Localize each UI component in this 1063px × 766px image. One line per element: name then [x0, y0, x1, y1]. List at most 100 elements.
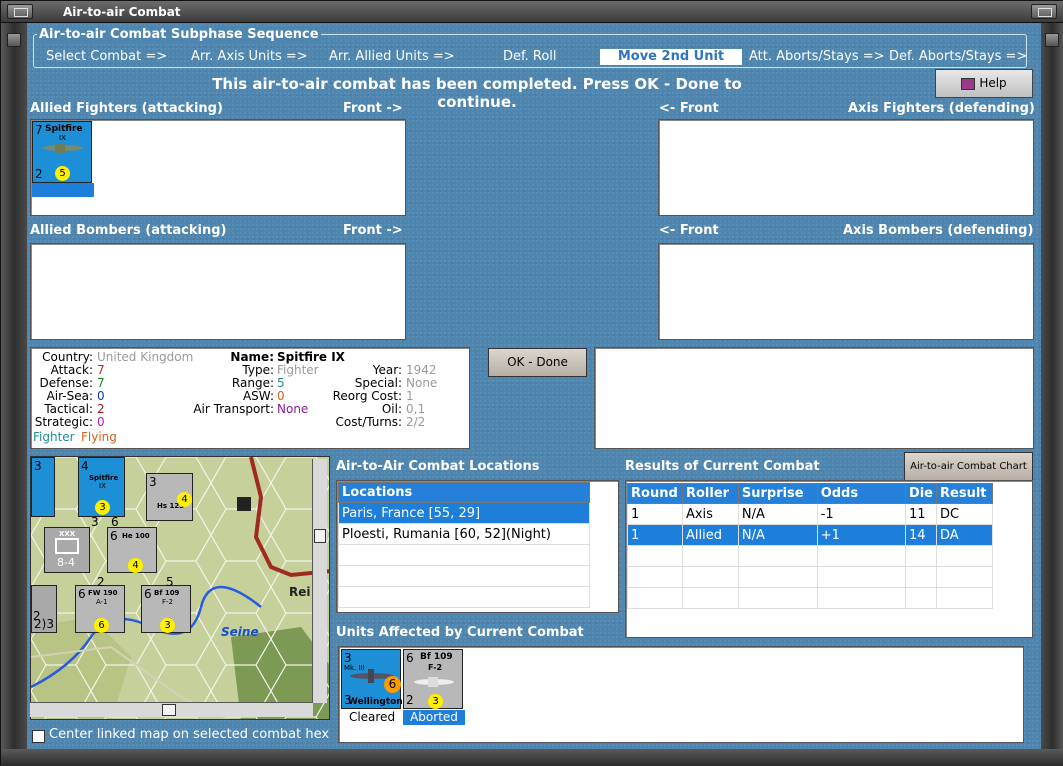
locations-header[interactable]: Locations: [338, 482, 590, 503]
maximize-button[interactable]: [1031, 4, 1057, 19]
map-vertical-scrollbar[interactable]: [312, 459, 327, 703]
col-die[interactable]: Die: [904, 483, 938, 504]
counter-range: 5: [55, 166, 70, 181]
map-bf109-counter[interactable]: 6 Bf 109 F-2 3: [141, 585, 191, 633]
bf109-status: Aborted: [403, 710, 465, 725]
col-round[interactable]: Round: [627, 483, 683, 504]
right-frame: [1041, 23, 1063, 766]
result-cell: Axis: [681, 503, 739, 525]
asw-label: ASW:: [242, 389, 274, 403]
wellington-counter[interactable]: 3 Mk. III 6 3 Wellington: [341, 649, 403, 709]
location-cell[interactable]: Paris, France [55, 29]: [338, 502, 590, 524]
defender-info-panel: [594, 347, 1034, 449]
col-odds[interactable]: Odds: [816, 483, 906, 504]
result-row[interactable]: 1 Allied N/A +1 14 DA: [627, 524, 993, 546]
map-bf109-sub: F-2: [162, 598, 174, 606]
result-cell: 11: [904, 503, 938, 525]
bf109-name: Bf 109: [420, 652, 453, 662]
help-label: Help: [979, 76, 1007, 90]
allied-fighters-box[interactable]: 7 Spitfire IX 2 5: [30, 119, 406, 216]
title-bar: Air-to-air Combat: [1, 1, 1063, 23]
strategic-value: 0: [97, 415, 105, 429]
airsea-value: 0: [97, 389, 105, 403]
combat-chart-button[interactable]: Air-to-air Combat Chart: [904, 452, 1033, 481]
col-result[interactable]: Result: [936, 483, 993, 504]
mini-map[interactable]: 3 4 Spitfire IX 3 3 Hs 123 4 6 He 100 4 …: [30, 456, 330, 720]
year-value: 1942: [406, 363, 437, 377]
locations-list[interactable]: Locations Paris, France [55, 29] Ploesti…: [336, 480, 619, 613]
map-spitfire-counter[interactable]: 4 Spitfire IX 3: [78, 457, 125, 517]
location-row[interactable]: Paris, France [55, 29]: [338, 502, 590, 524]
map-fw190-counter[interactable]: 6 FW 190 A-1 6: [75, 585, 125, 633]
front-right-label: Front ->: [343, 101, 403, 116]
front-left-label: <- Front: [659, 101, 719, 116]
center-map-checkbox[interactable]: [32, 730, 45, 743]
help-button[interactable]: Help: [935, 69, 1033, 98]
col-surprise[interactable]: Surprise: [737, 483, 818, 504]
vscroll-thumb[interactable]: [314, 529, 326, 543]
range-label: Range:: [231, 376, 274, 390]
result-cell: 14: [904, 524, 938, 546]
location-row[interactable]: Ploesti, Rumania [60, 52](Night): [338, 523, 590, 545]
axis-fighters-label: Axis Fighters (defending): [848, 101, 1035, 116]
tactical-value: 2: [97, 402, 105, 416]
map-spitfire-name: Spitfire: [89, 474, 119, 482]
ok-done-button[interactable]: OK - Done: [488, 348, 587, 377]
result-cell: N/A: [737, 524, 818, 546]
map-counter-partial[interactable]: 3: [31, 457, 55, 517]
country-value: United Kingdom: [97, 350, 194, 364]
bf109-top: 6: [406, 651, 414, 665]
result-cell: 1: [627, 524, 683, 546]
fighter-tag: Fighter: [33, 430, 75, 444]
seq-def-roll: Def. Roll: [503, 49, 557, 64]
allied-bombers-label: Allied Bombers (attacking): [30, 223, 227, 238]
special-value: None: [406, 376, 438, 390]
frame-button-icon[interactable]: [1045, 33, 1059, 47]
year-label: Year:: [372, 363, 402, 377]
result-row[interactable]: 1 Axis N/A -1 11 DC: [627, 503, 993, 525]
name-label: Name:: [230, 350, 274, 364]
wellington-top: 3: [344, 651, 352, 665]
sequence-title: Air-to-air Combat Subphase Sequence: [37, 27, 321, 42]
strategic-label: Strategic:: [34, 415, 93, 429]
minimize-button[interactable]: [7, 4, 33, 19]
map-fragment-3: 2: [33, 609, 41, 623]
infantry-icon: [55, 538, 79, 554]
empty-cell: [338, 565, 590, 587]
town-label: Rei: [289, 585, 311, 599]
book-icon: [961, 77, 976, 90]
map-he100-counter[interactable]: 6 He 100 4: [107, 527, 157, 573]
name-value: Spitfire IX: [277, 350, 345, 364]
hscroll-thumb[interactable]: [162, 704, 176, 716]
map-fw190-name: FW 190: [88, 589, 118, 597]
units-affected-box[interactable]: 3 Mk. III 6 3 Wellington Cleared 6 Bf 10…: [338, 646, 1024, 743]
units-affected-title: Units Affected by Current Combat: [336, 625, 584, 640]
map-hs123-counter[interactable]: 3 Hs 123 4: [146, 473, 193, 521]
map-xxx-label: XXX: [59, 530, 76, 538]
seq-def-aborts: Def. Aborts/Stays =>: [889, 49, 1028, 64]
counter-name: Spitfire: [45, 124, 83, 134]
attack-label: Attack:: [50, 363, 93, 377]
map-he100-name: He 100: [122, 532, 150, 540]
map-hs123-value: 4: [177, 492, 192, 507]
bf109-sub: F-2: [428, 663, 443, 672]
col-roller[interactable]: Roller: [681, 483, 739, 504]
map-xxx-counter[interactable]: XXX 8-4: [44, 527, 90, 573]
axis-bombers-box[interactable]: [658, 243, 1034, 340]
map-horizontal-scrollbar[interactable]: [30, 702, 313, 717]
bottom-frame: [1, 749, 1063, 766]
airtransport-value: None: [277, 402, 309, 416]
seq-select-combat: Select Combat =>: [46, 49, 168, 64]
location-cell[interactable]: Ploesti, Rumania [60, 52](Night): [338, 523, 590, 545]
locations-title: Air-to-Air Combat Locations: [336, 459, 540, 474]
allied-bombers-box[interactable]: [30, 243, 406, 340]
results-table-box[interactable]: Round Roller Surprise Odds Die Result 1 …: [625, 480, 1033, 638]
bf109-counter[interactable]: 6 Bf 109 F-2 2 3: [403, 649, 463, 709]
map-he100-value: 4: [128, 558, 143, 573]
spitfire-counter[interactable]: 7 Spitfire IX 2 5: [32, 121, 92, 183]
bf109-value: 3: [428, 694, 443, 709]
window-title: Air-to-air Combat: [63, 5, 181, 19]
axis-fighters-box[interactable]: [658, 119, 1034, 216]
result-cell: DC: [936, 503, 993, 525]
frame-button-icon[interactable]: [7, 33, 21, 47]
